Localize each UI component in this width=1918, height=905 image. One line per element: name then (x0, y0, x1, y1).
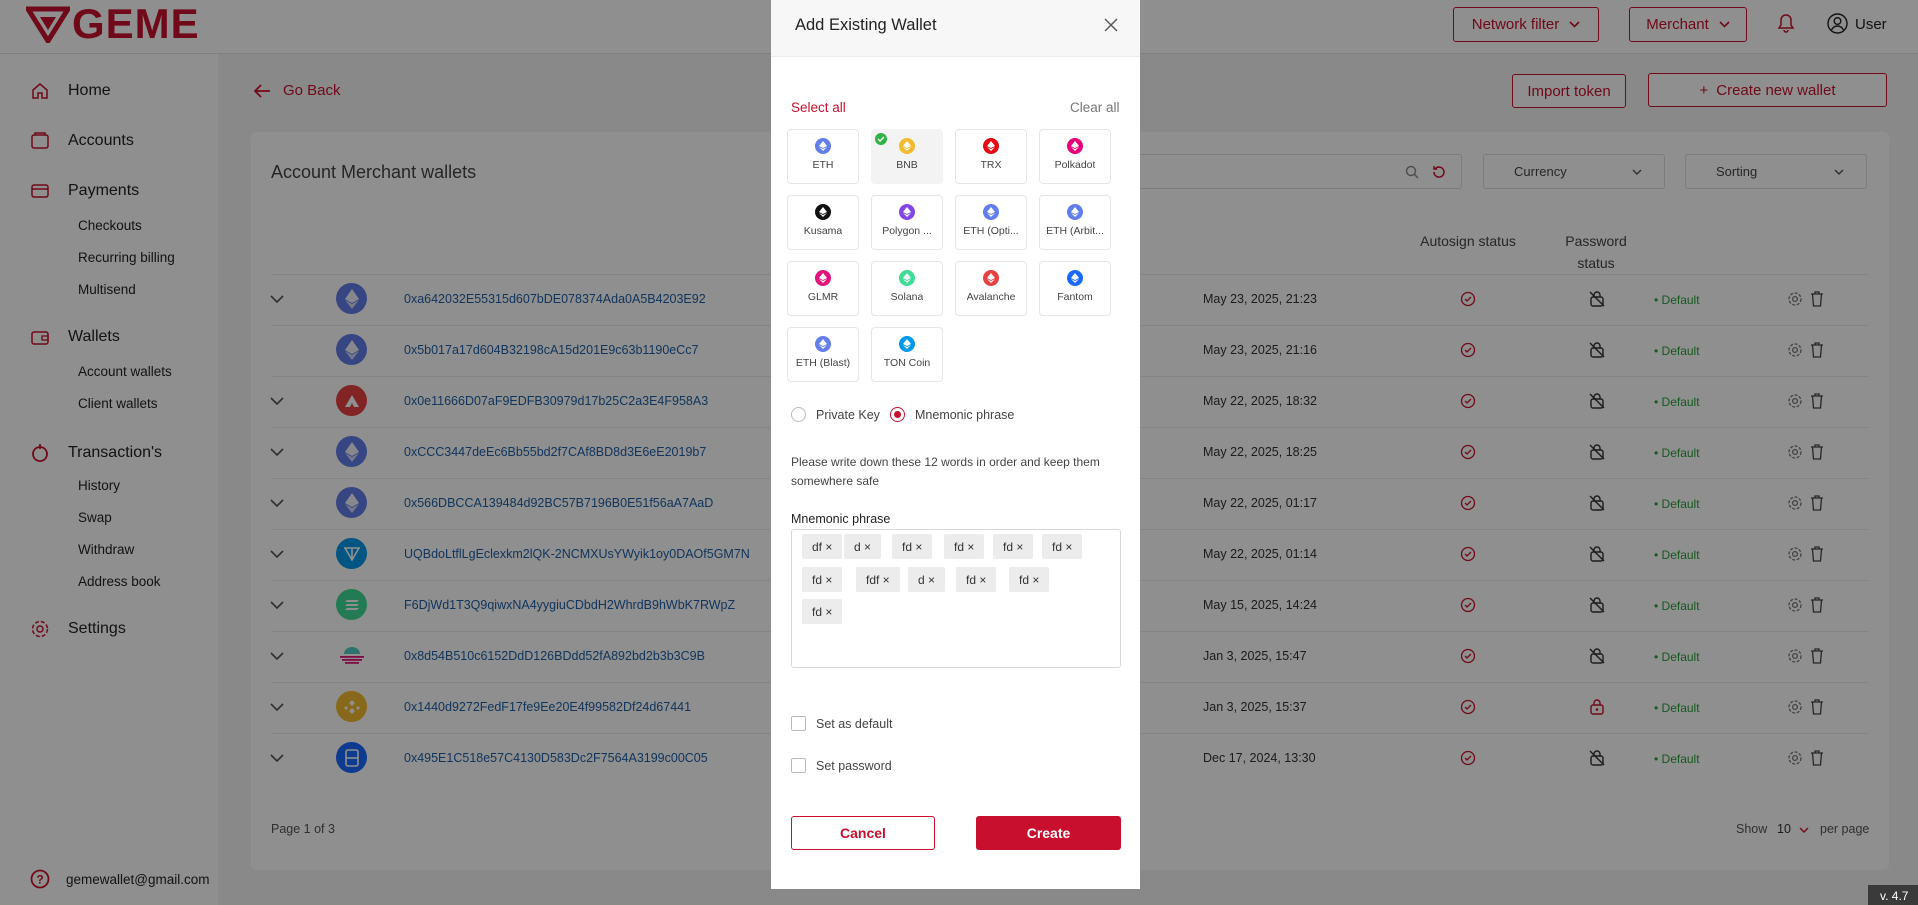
chain-option-solana[interactable]: Solana (871, 261, 943, 316)
chain-avalanche-icon (983, 270, 999, 286)
add-existing-wallet-modal: Add Existing Wallet Select all Clear all… (771, 0, 1140, 889)
chain-label: Polygon ... (882, 225, 932, 237)
chain-option-fantom[interactable]: Fantom (1039, 261, 1111, 316)
radio-private-key[interactable]: Private Key (791, 407, 880, 422)
chain-label: GLMR (807, 291, 839, 303)
radio-private-key-label: Private Key (816, 407, 880, 422)
chain-ton-coin-icon (899, 336, 915, 352)
radio-private-key-circle[interactable] (791, 407, 806, 422)
chain-option-ton-coin[interactable]: TON Coin (871, 327, 943, 382)
radio-mnemonic-circle[interactable] (890, 407, 905, 422)
chain-option-eth-opti[interactable]: ETH (Opti... (955, 195, 1027, 250)
chain-glmr-icon (815, 270, 831, 286)
mnemonic-word-tag[interactable]: fd × (802, 567, 843, 592)
modal-header: Add Existing Wallet (771, 0, 1140, 57)
modal-title: Add Existing Wallet (795, 16, 937, 34)
chain-option-glmr[interactable]: GLMR (787, 261, 859, 316)
chain-label: ETH (Opti... (963, 225, 1019, 237)
chain-kusama-icon (815, 204, 831, 220)
chain-option-polkadot[interactable]: Polkadot (1039, 129, 1111, 184)
chain-label: Kusama (803, 225, 843, 237)
chain-label: Avalanche (966, 291, 1016, 303)
chain-option-polygon[interactable]: Polygon ... (871, 195, 943, 250)
mnemonic-label: Mnemonic phrase (791, 512, 891, 526)
chain-bnb-icon (899, 138, 915, 154)
set-password-label: Set password (816, 758, 892, 773)
checkbox-box[interactable] (791, 716, 806, 731)
mnemonic-word-tag[interactable]: fdf × (856, 567, 900, 592)
mnemonic-word-tag[interactable]: df × (802, 534, 843, 559)
set-as-default-checkbox[interactable]: Set as default (791, 716, 892, 731)
chain-label: ETH (Arbit... (1046, 225, 1104, 237)
mnemonic-word-tag[interactable]: fd × (944, 534, 985, 559)
mnemonic-word-tag[interactable]: fd × (956, 567, 997, 592)
chain-label: Polkadot (1054, 159, 1096, 171)
chain-label: Solana (890, 291, 924, 303)
cancel-button[interactable]: Cancel (791, 816, 935, 850)
select-all-link[interactable]: Select all (791, 100, 846, 115)
chain-polygon-icon (899, 204, 915, 220)
mnemonic-word-tag[interactable]: fd × (1009, 567, 1050, 592)
radio-mnemonic[interactable]: Mnemonic phrase (890, 407, 1014, 422)
mnemonic-word-tag[interactable]: d × (908, 567, 946, 592)
mnemonic-word-tag[interactable]: d × (844, 534, 882, 559)
chain-option-trx[interactable]: TRX (955, 129, 1027, 184)
mnemonic-word-tag[interactable]: fd × (993, 534, 1034, 559)
clear-all-link[interactable]: Clear all (1070, 100, 1120, 115)
set-password-checkbox[interactable]: Set password (791, 758, 892, 773)
version-badge: v. 4.7 (1868, 885, 1918, 905)
chain-label: BNB (896, 159, 918, 171)
chain-option-kusama[interactable]: Kusama (787, 195, 859, 250)
mnemonic-hint: Please write down these 12 words in orde… (791, 455, 1100, 488)
chain-option-eth-arbit[interactable]: ETH (Arbit... (1039, 195, 1111, 250)
chain-option-avalanche[interactable]: Avalanche (955, 261, 1027, 316)
chain-solana-icon (899, 270, 915, 286)
radio-mnemonic-label: Mnemonic phrase (915, 407, 1015, 422)
chain-label: Fantom (1057, 291, 1093, 303)
mnemonic-word-tag[interactable]: fd × (892, 534, 933, 559)
create-button[interactable]: Create (976, 816, 1121, 850)
chain-option-bnb[interactable]: BNB (871, 129, 943, 184)
mnemonic-word-tag[interactable]: fd × (802, 599, 843, 624)
chain-trx-icon (983, 138, 999, 154)
chain-label: ETH (812, 159, 834, 171)
mnemonic-input[interactable]: df × d × fd × fd × fd × fd × fd × fdf × d × fd × f… (791, 529, 1121, 668)
chain-option-eth[interactable]: ETH (787, 129, 859, 184)
mnemonic-word-tag[interactable]: fd × (1042, 534, 1083, 559)
chain-polkadot-icon (1067, 138, 1083, 154)
selected-check-icon (875, 133, 887, 145)
chain-eth-opti-icon (983, 204, 999, 220)
chain-eth-icon (815, 138, 831, 154)
chain-label: TRX (980, 159, 1002, 171)
set-as-default-label: Set as default (816, 716, 893, 731)
chain-fantom-icon (1067, 270, 1083, 286)
chain-option-eth-blast[interactable]: ETH (Blast) (787, 327, 859, 382)
chain-label: ETH (Blast) (795, 357, 851, 369)
checkbox-box[interactable] (791, 758, 806, 773)
chain-eth-blast-icon (815, 336, 831, 352)
chain-eth-arbit-icon (1067, 204, 1083, 220)
chain-label: TON Coin (883, 357, 931, 369)
close-icon[interactable] (1104, 18, 1118, 32)
